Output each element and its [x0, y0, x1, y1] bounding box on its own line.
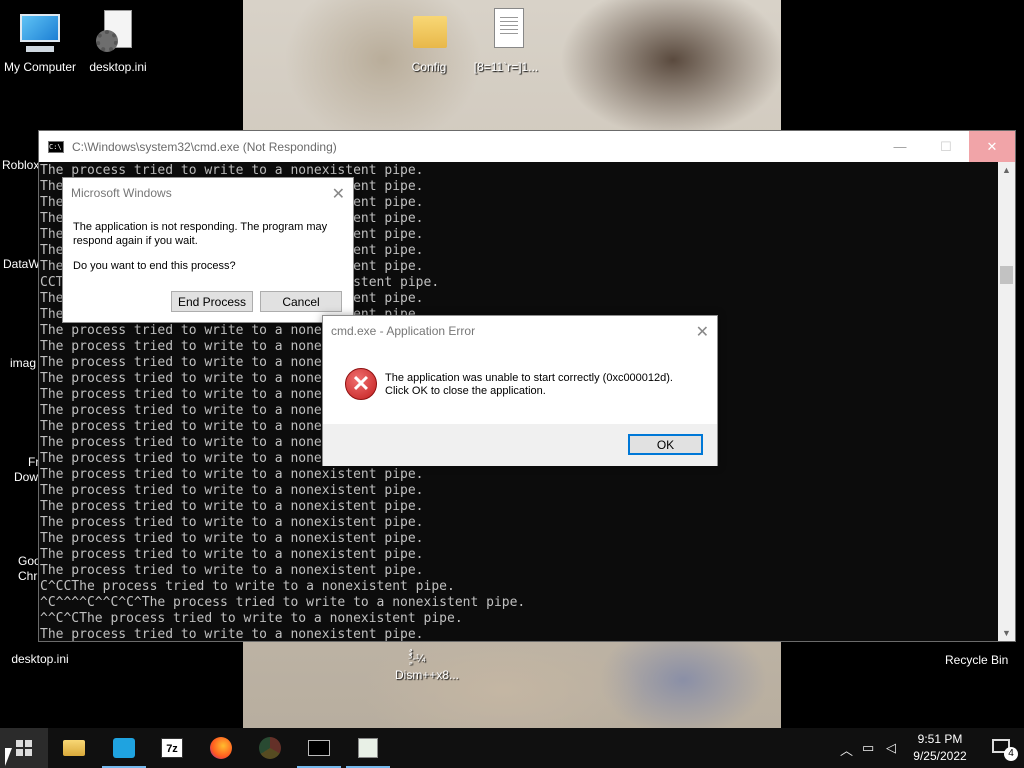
clock-time: 9:51 PM	[917, 732, 963, 746]
dialog-message: The application is not responding. The p…	[73, 221, 328, 247]
desktop-icon-roblox-label[interactable]: Roblox	[2, 158, 39, 172]
console-line: The process tried to write to a nonexist…	[40, 499, 424, 514]
console-line: The process tried to write to a nonexist…	[40, 563, 424, 578]
command-prompt-icon	[308, 740, 330, 756]
taskbar-cmd[interactable]	[295, 728, 343, 768]
dialog-title: cmd.exe - Application Error	[331, 324, 476, 338]
ok-button[interactable]: OK	[628, 434, 703, 455]
cmd-app-icon: C:\	[48, 140, 64, 153]
end-process-button[interactable]: End Process	[171, 291, 253, 312]
document-window-icon	[358, 738, 378, 758]
console-line: ^^C^CThe process tried to write to a non…	[40, 611, 463, 626]
computer-icon	[16, 8, 64, 56]
windows-logo-icon	[16, 740, 32, 756]
action-center-button[interactable]: 4	[992, 737, 1018, 761]
cancel-button[interactable]: Cancel	[260, 291, 342, 312]
desktop-icon-label: My Computer	[3, 60, 77, 74]
close-icon[interactable]: ✕	[332, 184, 345, 204]
dialog-message: The application was unable to start corr…	[385, 372, 673, 397]
dialog-titlebar[interactable]: cmd.exe - Application Error ✕	[323, 316, 717, 346]
desktop-icon-label: Config	[411, 60, 447, 74]
scroll-down-arrow-icon[interactable]: ▼	[998, 625, 1015, 641]
clock-date: 9/25/2022	[913, 749, 967, 763]
console-line: The process tried to write to a nonexist…	[40, 627, 424, 641]
console-line: ^C^^^^C^^C^C^The process tried to write …	[40, 595, 526, 610]
not-responding-dialog[interactable]: Microsoft Windows ✕ The application is n…	[62, 177, 354, 323]
desktop-icon-label: desktop.ini	[89, 60, 147, 74]
firefox-icon	[210, 737, 232, 759]
folder-icon	[63, 740, 85, 756]
desktop-icon-dow-label[interactable]: Dow	[14, 470, 38, 484]
dialog-title: Microsoft Windows	[71, 186, 172, 200]
desktop-icon-label: desktop.ini	[11, 652, 69, 666]
application-error-dialog[interactable]: cmd.exe - Application Error ✕ ✕ The appl…	[322, 315, 718, 466]
taskbar-file-explorer[interactable]	[50, 728, 98, 768]
console-line: The process tried to write to a nonexist…	[40, 515, 424, 530]
dialog-footer: OK	[323, 424, 717, 466]
console-line: The process tried to write to a nonexist…	[40, 467, 424, 482]
desktop-icon-chrome-label[interactable]: Chr	[18, 569, 37, 583]
network-icon[interactable]: ▭	[862, 740, 874, 756]
scroll-up-arrow-icon[interactable]: ▲	[998, 162, 1015, 178]
app-icon	[113, 738, 135, 758]
taskbar-clock[interactable]: 9:51 PM 9/25/2022	[900, 731, 980, 765]
close-icon[interactable]: ✕	[696, 322, 709, 342]
console-line: The process tried to write to a nonexist…	[40, 547, 424, 562]
dialog-titlebar[interactable]: Microsoft Windows ✕	[63, 178, 353, 208]
desktop-icon-dism-label[interactable]: Dism++x8...	[395, 668, 459, 682]
volume-muted-icon[interactable]: ◁	[886, 740, 896, 756]
error-icon: ✕	[345, 368, 377, 400]
folder-icon	[405, 8, 453, 56]
7zip-icon: 7z	[161, 738, 183, 758]
desktop-icon-image-label[interactable]: imag	[10, 356, 36, 370]
cmd-scrollbar[interactable]: ▲ ▼	[998, 162, 1015, 641]
taskbar-7zip[interactable]: 7z	[148, 728, 196, 768]
dialog-content: ✕ The application was unable to start co…	[323, 346, 717, 424]
desktop-icon-dataw-label[interactable]: DataW	[3, 257, 40, 271]
taskbar: 7z ︿ ▭ ◁ 9:51 PM 9/25/2022 4	[0, 728, 1024, 768]
chrome-icon	[259, 737, 281, 759]
desktop-icon-config[interactable]: Config	[389, 8, 469, 74]
tray-chevron-up-icon[interactable]: ︿	[840, 740, 853, 759]
cmd-titlebar[interactable]: C:\ C:\Windows\system32\cmd.exe (Not Res…	[39, 131, 1015, 162]
desktop-icon-dism-top-label[interactable]: ٌٍ³ٌ-¼	[408, 652, 425, 665]
taskbar-firefox[interactable]	[197, 728, 245, 768]
mouse-cursor-icon	[5, 748, 12, 766]
desktop-icon-my-computer[interactable]: My Computer	[0, 8, 80, 74]
console-line: The process tried to write to a nonexist…	[40, 531, 424, 546]
notification-count-badge: 4	[1004, 747, 1018, 761]
minimize-button[interactable]: —	[877, 131, 923, 162]
taskbar-chrome[interactable]	[246, 728, 294, 768]
taskbar-notepad[interactable]	[344, 728, 392, 768]
dialog-question: Do you want to end this process?	[73, 260, 236, 272]
scrollbar-thumb[interactable]	[1000, 266, 1013, 284]
desktop-icon-garbled-file[interactable]: [8=11`r=]1...	[466, 8, 546, 74]
maximize-button[interactable]: ☐	[923, 131, 969, 162]
cmd-window-title: C:\Windows\system32\cmd.exe (Not Respond…	[72, 139, 337, 154]
taskbar-app-blue[interactable]	[100, 728, 148, 768]
settings-file-icon	[94, 8, 142, 56]
desktop-icon-desktop-ini[interactable]: desktop.ini	[78, 8, 158, 74]
close-button[interactable]: ✕	[969, 131, 1015, 162]
console-line: The process tried to write to a nonexist…	[40, 483, 424, 498]
desktop-icon-label: [8=11`r=]1...	[473, 60, 539, 74]
console-line: C^CCThe process tried to write to a none…	[40, 579, 455, 594]
text-document-icon	[482, 8, 530, 56]
desktop-icon-recycle-bin-label[interactable]: Recycle Bin	[945, 653, 1008, 667]
